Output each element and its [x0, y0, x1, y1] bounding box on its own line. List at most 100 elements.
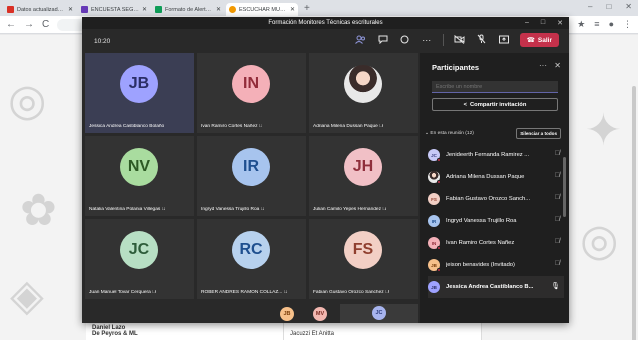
participant-tile[interactable]: IR Ingryd Vanessa Trujillo Roa 🎙̸ — [197, 136, 306, 216]
avatar: JC — [428, 149, 441, 162]
mic-off-icon: 🎙̸ — [554, 150, 560, 157]
close-icon[interactable]: ✕ — [625, 2, 632, 11]
participant-tile[interactable]: FS Fabian Gustavo Orozco Sanchez 🎙̸ — [309, 219, 418, 299]
list-item[interactable]: Jacuzzi Et Anitta — [284, 322, 482, 340]
participant-name: Jessica Andrea Castiblanco Bolaño — [89, 124, 165, 129]
share-label: Compartir invitación — [470, 101, 527, 108]
overflow-avatar[interactable]: JB — [280, 307, 294, 321]
mic-off-icon: 🎙̸ — [283, 290, 288, 295]
meeting-timer: 10:20 — [94, 37, 111, 45]
chat-icon[interactable] — [377, 35, 389, 46]
avatar: FS — [428, 193, 440, 205]
list-item[interactable]: IR Ingryd Vanessa Trujillo Roa 🎙̸ — [428, 210, 564, 232]
list-item[interactable]: IN Ivan Ramiro Cortes Nañez 🎙̸ — [428, 232, 564, 254]
participant-tile[interactable]: IN Ivan Ramiro Cortes Nañez 🎙̸ — [197, 53, 306, 133]
back-icon[interactable]: ← — [6, 19, 16, 30]
participant-name: Natalia Valentina Polania Villegas 🎙̸ — [89, 207, 166, 212]
background-list: Daniel Lazo De Peyros & ML Jacuzzi Et Ani… — [86, 322, 482, 340]
drive-icon — [155, 6, 162, 13]
overflow-avatar[interactable]: MV — [313, 307, 327, 321]
mic-off-icon: 🎙̸ — [554, 238, 560, 245]
in-meeting-section[interactable]: ⌄ En esta reunión (12) — [425, 131, 474, 136]
participant-tile[interactable]: JC Juan Manuel Tovar Cerquera 🎙̸ — [85, 219, 194, 299]
overflow-avatar: JC — [372, 306, 386, 320]
mic-off-icon: 🎙̸ — [258, 124, 263, 129]
maximize-icon[interactable]: □ — [541, 19, 545, 27]
status-dot — [437, 180, 441, 184]
video-grid: JB Jessica Andrea Castiblanco Bolaño IN … — [85, 53, 418, 303]
participant-tile[interactable]: JB Jessica Andrea Castiblanco Bolaño — [85, 53, 194, 133]
participant-tile[interactable]: JH Julian Camilo Yepes Hernandez 🎙̸ — [309, 136, 418, 216]
minimize-icon[interactable]: – — [588, 2, 592, 11]
participant-name: ROBER ANDRÉS RAMÓN COLLAZ... 🎙̸ — [201, 290, 288, 295]
participants-icon[interactable] — [355, 35, 367, 46]
share-invite-button[interactable]: < Compartir invitación — [432, 98, 558, 111]
new-tab-button[interactable]: + — [304, 2, 310, 16]
participant-name: Juan Manuel Tovar Cerquera 🎙̸ — [89, 290, 156, 295]
tab-close-icon[interactable]: ✕ — [68, 6, 73, 13]
avatar: IN — [428, 237, 441, 250]
avatar: IN — [232, 65, 270, 103]
list-item[interactable]: JB jeison benavides (Invitado) 🎙̸ — [428, 254, 564, 276]
participant-tile[interactable]: NV Natalia Valentina Polania Villegas 🎙̸ — [85, 136, 194, 216]
more-icon[interactable]: ··· — [421, 35, 433, 45]
browser-tab-3[interactable]: Formato de Alertas - Google D... ✕ — [152, 3, 224, 16]
maximize-icon[interactable]: □ — [606, 2, 611, 11]
media-icon[interactable]: ≡ — [594, 19, 599, 30]
participant-tile[interactable]: RC ROBER ANDRÉS RAMÓN COLLAZ... 🎙̸ — [197, 219, 306, 299]
mic-off-icon: 🎙̸ — [385, 290, 389, 295]
list-item[interactable]: JC Jenideerth Fernanda Ramirez ... 🎙̸ — [428, 144, 564, 166]
tab-close-icon[interactable]: ✕ — [142, 6, 147, 13]
camera-off-icon[interactable] — [454, 34, 466, 46]
reaction-icon[interactable] — [399, 35, 411, 46]
close-icon[interactable]: ✕ — [557, 19, 563, 27]
share-icon: < — [463, 101, 467, 108]
participant-tile[interactable]: JC — [340, 304, 418, 323]
search-participant-input[interactable] — [432, 81, 558, 93]
window-title: Formación Monitores Técnicas escriturale… — [268, 20, 383, 26]
browser-tab-4[interactable]: ESCUCHAR MUSICA DE FRESC... ✕ — [226, 3, 298, 16]
profile-icon[interactable]: ● — [609, 19, 614, 30]
participant-name: Julian Camilo Yepes Hernandez 🎙̸ — [313, 207, 386, 212]
list-item[interactable]: Adriana Milena Dussan Paque 🎙̸ — [428, 166, 564, 188]
leave-button[interactable]: ☎ Salir — [519, 33, 559, 47]
browser-tab-bar: Datos actualizados - ... ✕ ENCUESTA SEGU… — [0, 0, 638, 16]
decorative-doodle: ◈ — [10, 271, 44, 320]
avatar-photo — [344, 65, 382, 103]
minimize-icon[interactable]: – — [525, 19, 529, 27]
tab-title: ENCUESTA SEGUIMIENTO PLAN... — [91, 6, 140, 13]
mic-off-icon: 🎙̸ — [260, 207, 265, 212]
reload-icon[interactable]: C — [42, 19, 49, 30]
mute-all-button[interactable]: Silenciar a todos — [516, 128, 561, 139]
mic-off-icon: 🎙̸ — [554, 260, 560, 267]
list-item[interactable]: FS Fabian Gustavo Orozco Sanch... 🎙̸ — [428, 188, 564, 210]
participant-tile[interactable]: Adriana Milena Dussan Paque 🎙̸ — [309, 53, 418, 133]
avatar: NV — [120, 148, 158, 186]
browser-window-controls: – □ ✕ — [588, 2, 632, 11]
list-item[interactable]: Daniel Lazo De Peyros & ML — [86, 322, 284, 340]
divider — [442, 34, 444, 46]
tab-close-icon[interactable]: ✕ — [290, 6, 295, 13]
menu-icon[interactable]: ⋮ — [623, 19, 632, 30]
status-dot — [437, 246, 441, 250]
browser-tab-2[interactable]: ENCUESTA SEGUIMIENTO PLAN... ✕ — [78, 3, 150, 16]
forward-icon[interactable]: → — [24, 19, 34, 30]
participant-name: Ingryd Vanessa Trujillo Roa 🎙̸ — [201, 207, 265, 212]
meeting-window-controls: – □ ✕ — [525, 19, 563, 27]
close-icon[interactable]: ✕ — [554, 61, 561, 70]
participant-name: Ingryd Vanessa Trujillo Roa — [446, 218, 517, 224]
more-icon[interactable]: ··· — [539, 61, 547, 70]
mic-off-icon: 🎙̸ — [554, 172, 560, 179]
mic-off-icon[interactable] — [476, 34, 488, 46]
panel-scrollbar[interactable] — [563, 157, 566, 217]
browser-tab-1[interactable]: Datos actualizados - ... ✕ — [4, 3, 76, 16]
meeting-control-bar: 10:20 ··· ☎ Salir — [82, 29, 569, 53]
leave-label: Salir — [537, 36, 552, 44]
mic-off-icon: 🎙̸ — [379, 124, 383, 129]
participant-name: Fabian Gustavo Orozco Sanch... — [446, 196, 531, 202]
page-scrollbar[interactable] — [632, 86, 636, 340]
star-icon[interactable]: ★ — [577, 19, 585, 30]
share-screen-icon[interactable] — [498, 35, 510, 46]
tab-close-icon[interactable]: ✕ — [216, 6, 221, 13]
list-item-self[interactable]: JB Jessica Andrea Castiblanco B... 🎙 — [428, 276, 564, 298]
